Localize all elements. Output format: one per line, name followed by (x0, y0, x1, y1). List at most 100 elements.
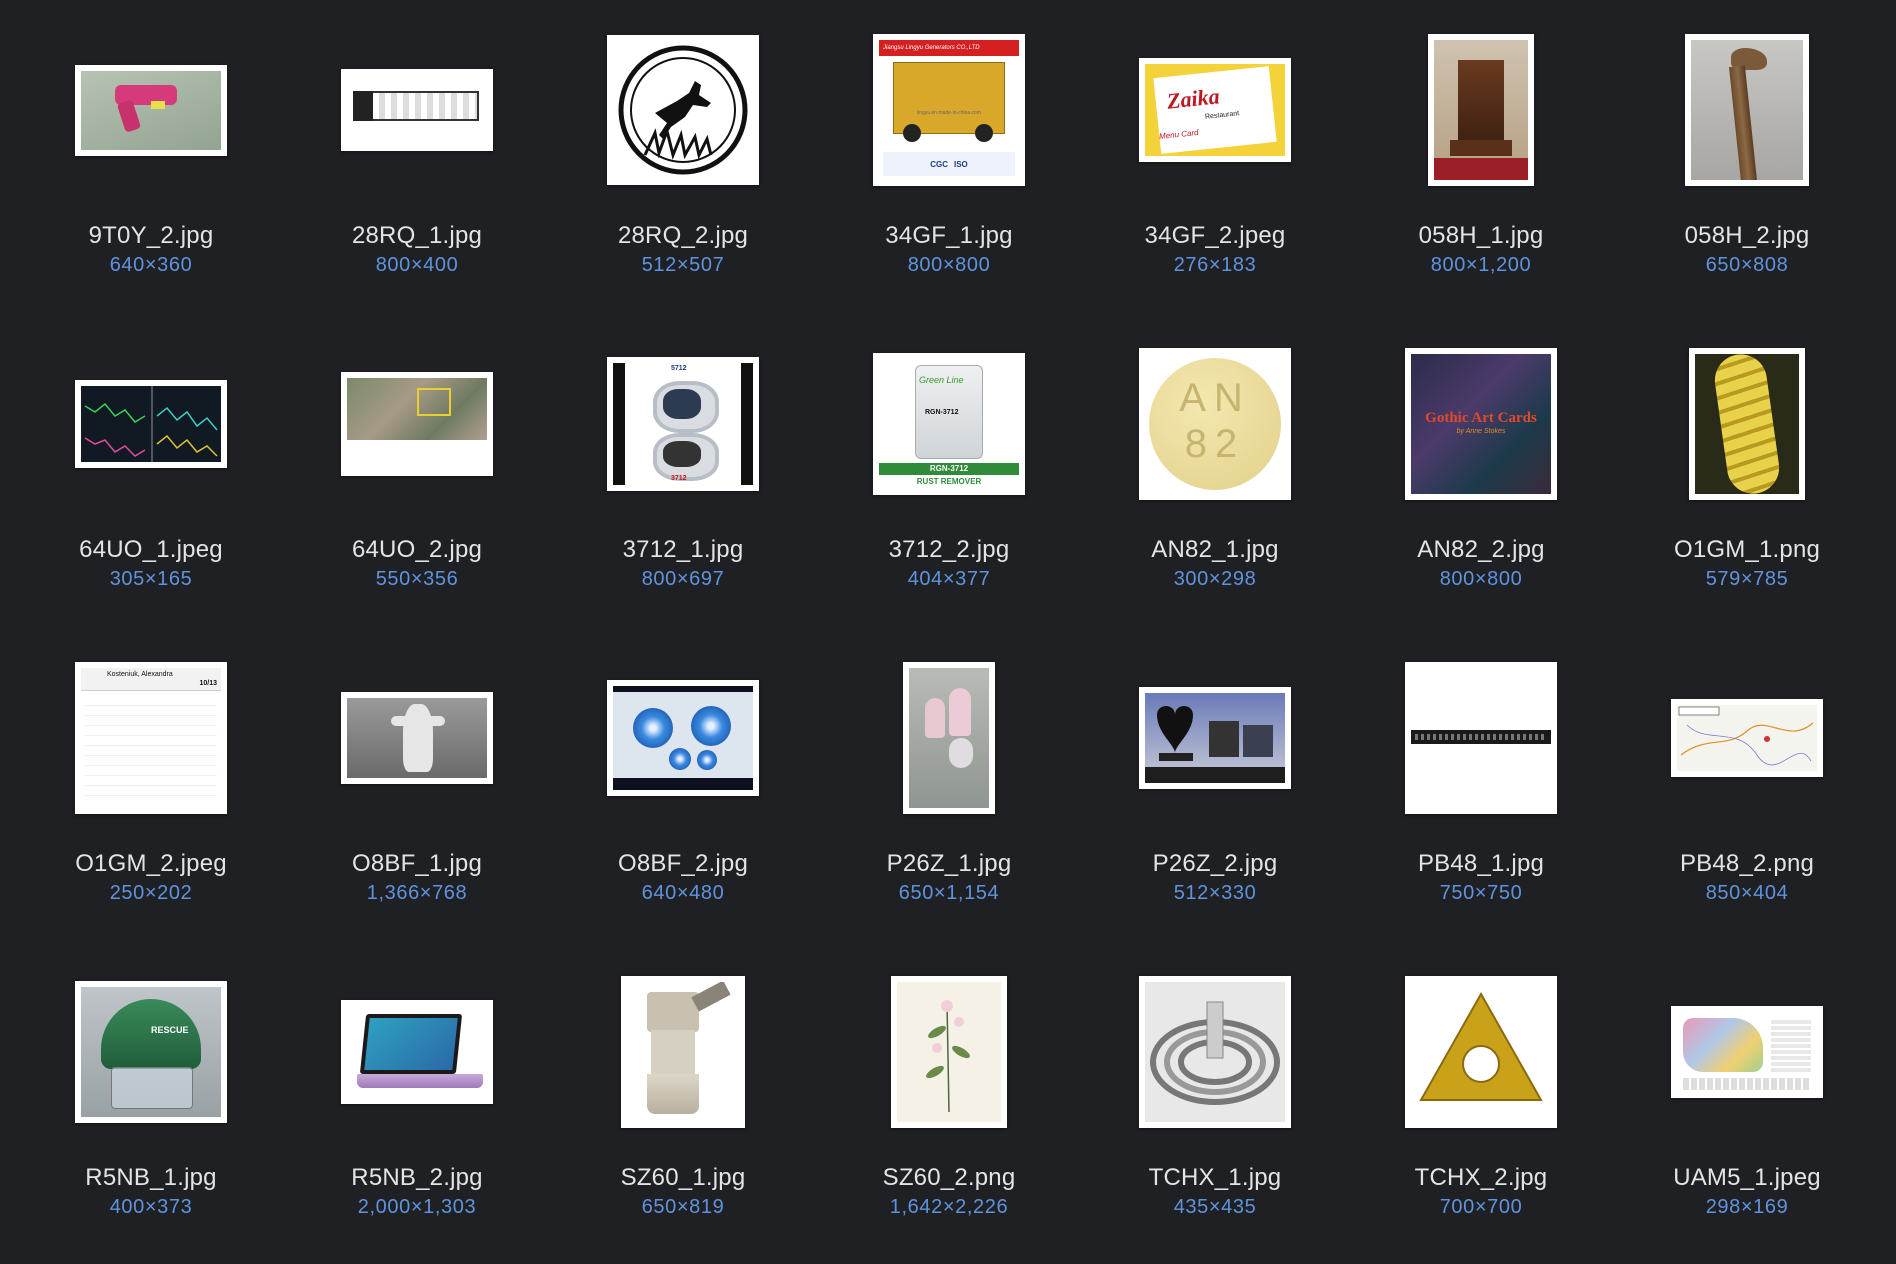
file-name: O8BF_2.jpg (617, 850, 749, 877)
file-dimensions: 512×507 (641, 254, 725, 276)
file-name: 64UO_1.jpeg (79, 536, 223, 563)
file-name: 9T0Y_2.jpg (88, 222, 214, 249)
watermark-text: lingyu.en.made-in-china.com (917, 110, 981, 116)
file-item[interactable]: 64UO_1.jpeg 305×165 (18, 314, 284, 628)
statue-thumbnail[interactable] (341, 692, 493, 784)
stock-chart-thumbnail[interactable] (75, 380, 227, 468)
file-item[interactable]: P26Z_1.jpg 650×1,154 (816, 628, 1082, 942)
file-name: P26Z_1.jpg (886, 850, 1012, 877)
file-name: R5NB_1.jpg (85, 1164, 217, 1191)
trailer-floorplan-thumbnail[interactable] (341, 69, 493, 151)
chess-table-thumbnail[interactable]: Kosteniuk, Alexandra 10/13 (75, 662, 227, 814)
file-item[interactable]: P26Z_2.jpg 512×330 (1082, 628, 1348, 942)
location-map-thumbnail[interactable] (1671, 699, 1823, 777)
file-name: O1GM_2.jpeg (75, 850, 227, 877)
caterpillar-thumbnail[interactable] (1689, 348, 1805, 500)
file-name: 3712_2.jpg (888, 536, 1010, 563)
file-item[interactable]: 28RQ_1.jpg 800×400 (284, 0, 550, 314)
ribbon-flowers-thumbnail[interactable] (607, 680, 759, 796)
file-dimensions: 1,366×768 (366, 882, 468, 904)
file-item[interactable]: 5712 3712 3712_1.jpg 800×697 (550, 314, 816, 628)
file-name: O1GM_1.png (1673, 536, 1821, 563)
file-item[interactable]: Jiangsu Lingyu Generators CO.,LTD lingyu… (816, 0, 1082, 314)
file-name: AN82_2.jpg (1417, 536, 1545, 563)
headstones-thumbnail[interactable] (1139, 687, 1291, 789)
brand-label: Green Line (919, 375, 964, 385)
file-dimensions: 305×165 (109, 568, 193, 590)
file-dimensions: 700×700 (1439, 1196, 1523, 1218)
menu-title: Zaika (1165, 83, 1221, 114)
carved-staff-thumbnail[interactable] (1685, 34, 1809, 186)
model-label: 3712 (671, 475, 687, 482)
model-label: 5712 (671, 365, 687, 372)
file-dimensions: 2,000×1,303 (357, 1196, 477, 1218)
microscope-thumbnail[interactable] (621, 976, 745, 1128)
file-name: O8BF_1.jpg (351, 850, 483, 877)
aerial-map-thumbnail[interactable] (341, 372, 493, 476)
file-item[interactable]: Gothic Art Cards by Anne Stokes AN82_2.j… (1348, 314, 1614, 628)
file-item[interactable]: PB48_1.jpg 750×750 (1348, 628, 1614, 942)
file-name: SZ60_1.jpg (620, 1164, 746, 1191)
file-item[interactable]: Zaika Restaurant Menu Card 34GF_2.jpeg 2… (1082, 0, 1348, 314)
file-dimensions: 640×480 (641, 882, 725, 904)
file-dimensions: 250×202 (109, 882, 193, 904)
pill-thumbnail[interactable]: AN 82 (1139, 348, 1291, 500)
rescue-helmet-thumbnail[interactable]: RESCUE (75, 981, 227, 1123)
rust-remover-can-thumbnail[interactable]: Green Line RGN-3712 RGN-3712 RUST REMOVE… (873, 353, 1025, 495)
file-item[interactable]: TCHX_2.jpg 700×700 (1348, 942, 1614, 1256)
file-dimensions: 640×360 (109, 254, 193, 276)
cert-label: ISO (954, 159, 968, 169)
file-name: UAM5_1.jpeg (1673, 1164, 1821, 1191)
file-name: P26Z_2.jpg (1152, 850, 1278, 877)
file-item[interactable]: AN 82 AN82_1.jpg 300×298 (1082, 314, 1348, 628)
file-name: 058H_1.jpg (1418, 222, 1544, 249)
file-dimensions: 850×404 (1705, 882, 1789, 904)
pill-imprint: 82 (1184, 422, 1246, 466)
watch-thumbnail[interactable]: 5712 3712 (607, 357, 759, 491)
botanical-thumbnail[interactable] (891, 976, 1007, 1128)
file-item[interactable]: O1GM_1.png 579×785 (1614, 314, 1880, 628)
laptop-thumbnail[interactable] (341, 1000, 493, 1104)
file-item[interactable]: UAM5_1.jpeg 298×169 (1614, 942, 1880, 1256)
file-item[interactable]: RESCUE R5NB_1.jpg 400×373 (18, 942, 284, 1256)
file-item[interactable]: TCHX_1.jpg 435×435 (1082, 942, 1348, 1256)
file-item[interactable]: 058H_2.jpg 650×808 (1614, 0, 1880, 314)
file-item[interactable]: Green Line RGN-3712 RGN-3712 RUST REMOVE… (816, 314, 1082, 628)
file-item[interactable]: O8BF_1.jpg 1,366×768 (284, 628, 550, 942)
gothic-cards-thumbnail[interactable]: Gothic Art Cards by Anne Stokes (1405, 348, 1557, 500)
insert-thumbnail[interactable] (1405, 976, 1557, 1128)
pill-imprint: AN (1179, 376, 1251, 420)
toy-gun-thumbnail[interactable] (75, 64, 227, 156)
file-item[interactable]: PB48_2.png 850×404 (1614, 628, 1880, 942)
file-name: 3712_1.jpg (622, 536, 744, 563)
file-item[interactable]: 9T0Y_2.jpg 640×360 (18, 0, 284, 314)
menu-card-thumbnail[interactable]: Zaika Restaurant Menu Card (1139, 58, 1291, 162)
generator-thumbnail[interactable]: Jiangsu Lingyu Generators CO.,LTD lingyu… (873, 34, 1025, 186)
file-item[interactable]: SZ60_2.png 1,642×2,226 (816, 942, 1082, 1256)
coil-icon (1150, 1001, 1280, 1105)
patch-panel-thumbnail[interactable] (1405, 662, 1557, 814)
file-item[interactable]: O8BF_2.jpg 640×480 (550, 628, 816, 942)
file-name: R5NB_2.jpg (351, 1164, 483, 1191)
file-name: 34GF_1.jpg (885, 222, 1013, 249)
nail-art-thumbnail[interactable] (903, 662, 995, 814)
file-item[interactable]: R5NB_2.jpg 2,000×1,303 (284, 942, 550, 1256)
antique-clock-thumbnail[interactable] (1428, 34, 1534, 186)
file-item[interactable]: 64UO_2.jpg 550×356 (284, 314, 550, 628)
coil-thumbnail[interactable] (1139, 976, 1291, 1128)
file-dimensions: 800×800 (907, 254, 991, 276)
file-item[interactable]: 058H_1.jpg 800×1,200 (1348, 0, 1614, 314)
file-dimensions: 800×1,200 (1430, 254, 1532, 276)
file-item[interactable]: SZ60_1.jpg 650×819 (550, 942, 816, 1256)
cards-author: by Anne Stokes (1456, 428, 1506, 435)
deer-emblem-thumbnail[interactable] (607, 35, 759, 185)
file-name: TCHX_2.jpg (1414, 1164, 1548, 1191)
file-item[interactable]: 28RQ_2.jpg 512×507 (550, 0, 816, 314)
file-name: AN82_1.jpg (1151, 536, 1279, 563)
deer-icon (618, 45, 748, 175)
file-item[interactable]: Kosteniuk, Alexandra 10/13 O1GM_2.jpeg 2… (18, 628, 284, 942)
file-dimensions: 650×1,154 (898, 882, 1000, 904)
file-name: 64UO_2.jpg (351, 536, 483, 563)
file-dimensions: 550×356 (375, 568, 459, 590)
district-map-thumbnail[interactable] (1671, 1006, 1823, 1098)
